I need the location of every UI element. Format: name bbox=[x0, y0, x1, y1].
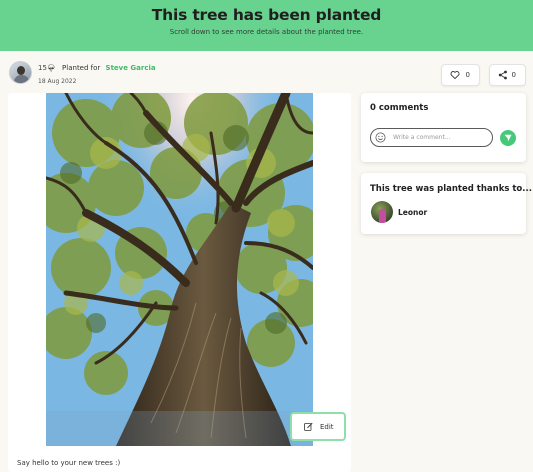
tree-icon: 🌳︎ bbox=[46, 64, 56, 72]
planted-by-title: This tree was planted thanks to... bbox=[370, 184, 532, 194]
send-comment-button[interactable] bbox=[500, 130, 516, 146]
post-caption: Say hello to your new trees :) bbox=[17, 459, 121, 467]
tree-count: 15 bbox=[38, 64, 47, 72]
smiley-icon[interactable] bbox=[375, 132, 386, 143]
share-button[interactable]: 0 bbox=[489, 64, 526, 86]
page-subtitle: Scroll down to see more details about th… bbox=[169, 28, 364, 36]
like-button[interactable]: 0 bbox=[441, 64, 480, 86]
header-banner: This tree has been planted Scroll down t… bbox=[0, 0, 533, 51]
planted-for-label: Planted for bbox=[62, 64, 101, 72]
share-count: 0 bbox=[511, 71, 516, 79]
planted-by-card: This tree was planted thanks to... Leono… bbox=[361, 173, 532, 234]
post-date: 18 Aug 2022 bbox=[38, 78, 77, 85]
edit-button[interactable]: Edit bbox=[290, 412, 346, 441]
comments-title: 0 comments bbox=[370, 103, 429, 113]
author-line: 15🌳︎ Planted for Steve Garcia bbox=[38, 64, 156, 72]
heart-icon bbox=[450, 71, 460, 80]
share-icon bbox=[498, 70, 507, 80]
like-count: 0 bbox=[465, 71, 470, 79]
avatar[interactable] bbox=[9, 61, 32, 84]
page-title: This tree has been planted bbox=[151, 6, 382, 24]
send-icon bbox=[504, 134, 512, 142]
recipient-link[interactable]: Steve Garcia bbox=[106, 64, 156, 72]
comments-card: 0 comments bbox=[361, 93, 526, 162]
comment-input[interactable] bbox=[370, 128, 493, 147]
planter-name[interactable]: Leonor bbox=[398, 208, 427, 217]
edit-icon bbox=[304, 422, 313, 431]
planter-avatar[interactable] bbox=[371, 201, 393, 223]
edit-label: Edit bbox=[320, 423, 334, 431]
tree-photo bbox=[46, 93, 313, 446]
